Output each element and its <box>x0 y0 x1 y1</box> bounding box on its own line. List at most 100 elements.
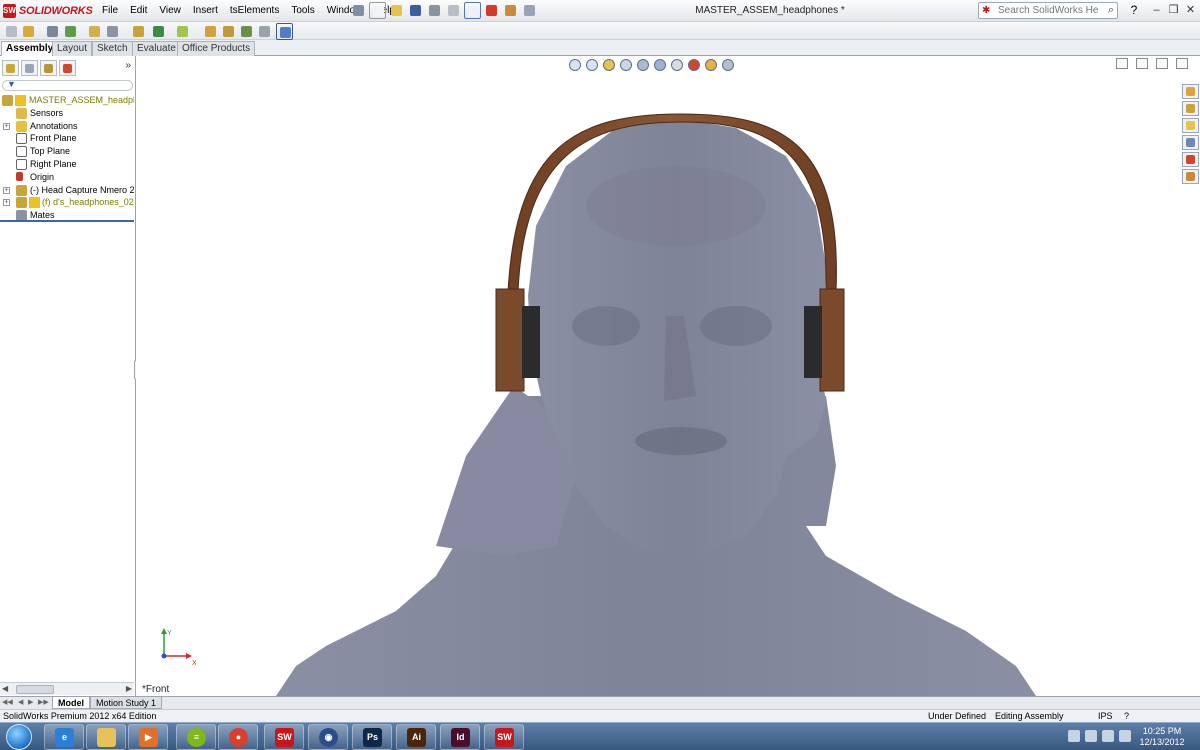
solidworks-resources-icon[interactable] <box>1182 84 1199 99</box>
units-selector[interactable]: IPS <box>1098 711 1113 721</box>
menu-view[interactable]: View <box>153 3 187 18</box>
feature-tree-hscrollbar[interactable]: ◀ ▶ <box>0 682 134 695</box>
tab-assembly[interactable]: Assembly <box>1 41 59 56</box>
appearances-icon[interactable] <box>1182 152 1199 167</box>
move-component-icon[interactable] <box>104 23 121 40</box>
model-scene[interactable] <box>136 56 1200 696</box>
viewport-maximize-icon[interactable] <box>1176 58 1188 69</box>
print-icon[interactable] <box>426 2 443 19</box>
smart-fasteners-icon[interactable] <box>86 23 103 40</box>
tree-item-head-capture[interactable]: + (-) Head Capture Nmero 2- <box>0 184 134 197</box>
help-button[interactable]: ? <box>1124 3 1144 19</box>
options-icon[interactable] <box>521 2 538 19</box>
taskbar-internet-explorer[interactable]: e <box>44 724 84 750</box>
propertymanager-icon[interactable] <box>21 60 38 76</box>
display-style-icon[interactable] <box>652 57 666 71</box>
tray-volume-icon[interactable] <box>1119 730 1131 742</box>
assembly-features-icon[interactable] <box>150 23 167 40</box>
new-motion-study-icon[interactable] <box>202 23 219 40</box>
scroll-left-icon[interactable]: ◀ <box>2 684 8 693</box>
section-view-icon[interactable] <box>618 57 632 71</box>
tree-item-right-plane[interactable]: Right Plane <box>0 158 134 171</box>
menu-file[interactable]: File <box>96 3 124 18</box>
next-tab-icon[interactable]: ▶ <box>28 698 33 706</box>
taskbar-indesign[interactable]: Id <box>440 724 480 750</box>
help-search-input[interactable] <box>998 5 1098 16</box>
viewport-split-icon[interactable] <box>1116 58 1128 69</box>
graphics-area[interactable]: Y X *Front <box>136 56 1200 696</box>
tab-office-products[interactable]: Office Products <box>177 41 256 56</box>
custom-properties-icon[interactable] <box>1182 169 1199 184</box>
minimize-button[interactable]: – <box>1150 3 1163 17</box>
scroll-thumb[interactable] <box>16 685 54 694</box>
expand-toggle[interactable]: + <box>3 186 10 194</box>
file-explorer-icon[interactable] <box>1182 118 1199 133</box>
displaymanager-icon[interactable] <box>59 60 76 76</box>
tree-item-top-plane[interactable]: Top Plane <box>0 145 134 158</box>
menu-tools[interactable]: Tools <box>285 3 320 18</box>
view-orientation-icon[interactable] <box>635 57 649 71</box>
tab-motion-study[interactable]: Motion Study 1 <box>90 697 163 709</box>
zoom-to-area-icon[interactable] <box>584 57 598 71</box>
tree-item-headphones[interactable]: + (f) d's_headphones_02< <box>0 196 134 209</box>
last-tab-icon[interactable]: ▶▶ <box>38 698 49 706</box>
expand-toggle[interactable]: + <box>3 122 10 130</box>
scroll-right-icon[interactable]: ▶ <box>126 684 132 693</box>
tray-network-icon[interactable] <box>1085 730 1097 742</box>
instant3d-icon[interactable] <box>276 23 293 40</box>
design-library-icon[interactable] <box>1182 101 1199 116</box>
menu-tselements[interactable]: tsElements <box>224 3 285 18</box>
zoom-to-fit-icon[interactable] <box>567 57 581 71</box>
open-folder-icon[interactable] <box>388 2 405 19</box>
save-icon[interactable] <box>407 2 424 19</box>
pin-icon[interactable] <box>350 2 367 19</box>
taskbar-photoshop[interactable]: Ps <box>352 724 392 750</box>
taskbar-clock[interactable]: 10:25 PM 12/13/2012 <box>1136 726 1188 748</box>
view-settings-icon[interactable] <box>720 57 734 71</box>
taskbar-chrome[interactable]: ● <box>218 724 258 750</box>
select-icon[interactable] <box>464 2 481 19</box>
tree-item-annotations[interactable]: + Annotations <box>0 120 134 133</box>
start-button[interactable] <box>6 724 32 750</box>
view-palette-icon[interactable] <box>1182 135 1199 150</box>
tree-item-master-assembly[interactable]: MASTER_ASSEM_headphon <box>0 94 134 107</box>
viewport-restore-icon[interactable] <box>1156 58 1168 69</box>
apply-scene-icon[interactable] <box>703 57 717 71</box>
linear-pattern-icon[interactable] <box>62 23 79 40</box>
rebuild-icon[interactable] <box>483 2 500 19</box>
taskbar-solidworks-active[interactable]: SW <box>484 724 524 750</box>
tree-filter[interactable]: ▼ <box>2 79 133 91</box>
solidworks-logo[interactable]: SW SOLIDWORKS <box>3 2 93 19</box>
taskbar-solidworks[interactable]: SW <box>264 724 304 750</box>
bill-of-materials-icon[interactable] <box>220 23 237 40</box>
tab-sketch[interactable]: Sketch <box>92 41 133 56</box>
featuremanager-tree-icon[interactable] <box>2 60 19 76</box>
expand-toggle[interactable]: + <box>3 199 10 207</box>
tree-item-origin[interactable]: Origin <box>0 171 134 184</box>
taskbar-spotify[interactable]: ≡ <box>176 724 216 750</box>
tree-item-front-plane[interactable]: Front Plane <box>0 132 134 145</box>
edit-appearance-icon[interactable] <box>686 57 700 71</box>
menu-edit[interactable]: Edit <box>124 3 153 18</box>
restore-button[interactable]: ❐ <box>1167 3 1180 17</box>
undo-icon[interactable] <box>445 2 462 19</box>
close-button[interactable]: ✕ <box>1184 3 1197 17</box>
previous-view-icon[interactable] <box>601 57 615 71</box>
tree-item-sensors[interactable]: Sensors <box>0 107 134 120</box>
tab-evaluate[interactable]: Evaluate <box>132 41 181 56</box>
tab-model[interactable]: Model <box>52 697 90 709</box>
prev-tab-icon[interactable]: ◀ <box>18 698 23 706</box>
viewport-split-horizontal-icon[interactable] <box>1136 58 1148 69</box>
tray-flag-icon[interactable] <box>1068 730 1080 742</box>
reference-geometry-icon[interactable] <box>174 23 191 40</box>
file-properties-icon[interactable] <box>502 2 519 19</box>
menu-insert[interactable]: Insert <box>187 3 224 18</box>
configurationmanager-icon[interactable] <box>40 60 57 76</box>
taskbar-media-player[interactable]: ▶ <box>128 724 168 750</box>
hide-show-items-icon[interactable] <box>669 57 683 71</box>
tray-display-icon[interactable] <box>1102 730 1114 742</box>
insert-components-icon[interactable] <box>20 23 37 40</box>
explode-line-icon[interactable] <box>256 23 273 40</box>
first-tab-icon[interactable]: ◀◀ <box>2 698 13 706</box>
collapse-panel-icon[interactable]: » <box>125 60 131 71</box>
